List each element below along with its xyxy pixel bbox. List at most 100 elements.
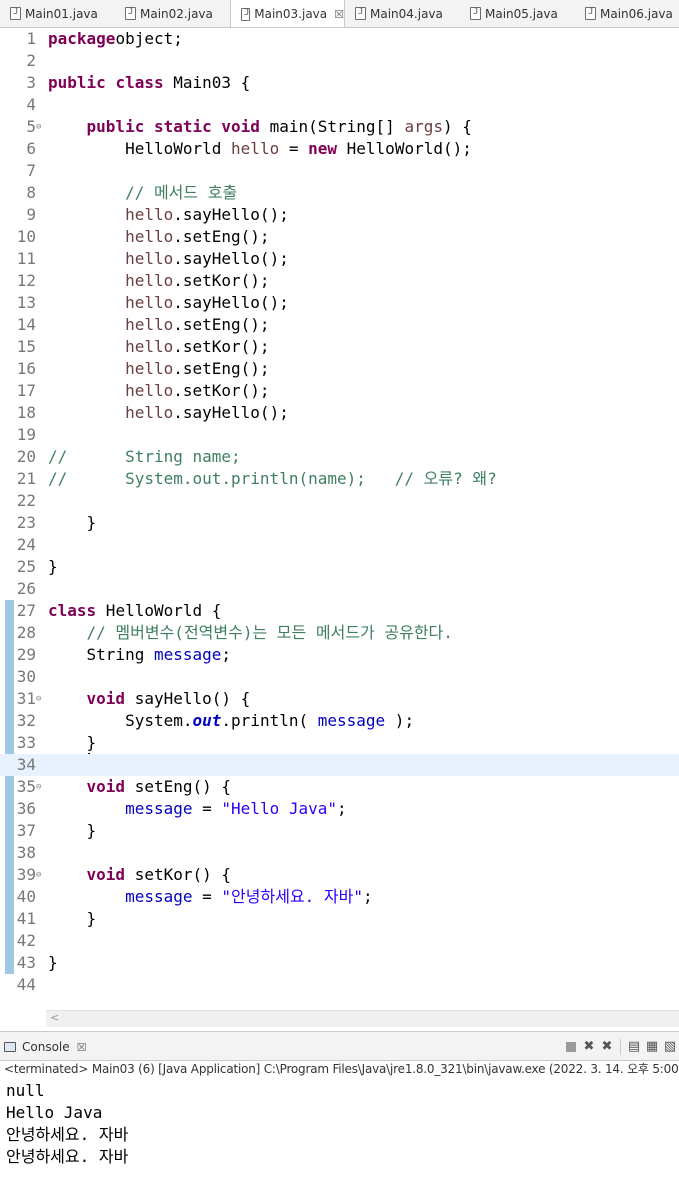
code-token: hello [125,403,174,422]
code-line: 17 hello.setKor(); [0,380,679,402]
line-number: 33 [16,733,36,752]
fold-toggle-icon[interactable]: ⊖ [36,776,41,798]
code-line: 44 [0,974,679,996]
code-token: hello [125,337,174,356]
line-number: 23 [16,513,36,532]
tab-main01[interactable]: Main01.java [0,0,115,27]
code-token: ) { [442,117,472,136]
line-number: 38 [16,843,36,862]
code-text: hello.setKor(); [48,380,270,402]
code-text: } [48,908,97,930]
code-token: hello [125,359,174,378]
code-text: String message; [48,644,232,666]
code-token: ; [221,645,232,664]
tab-main05[interactable]: Main05.java [460,0,575,27]
code-text: } [48,512,97,534]
tab-main04[interactable]: Main04.java [345,0,460,27]
code-line: 16 hello.setEng(); [0,358,679,380]
code-text: hello.setEng(); [48,226,270,248]
line-number: 17 [16,381,36,400]
line-number: 36 [16,799,36,818]
line-number: 32 [16,711,36,730]
line-number: 24 [16,535,36,554]
code-token: .setEng(); [173,227,270,246]
fold-toggle-icon[interactable]: ⊖ [36,688,41,710]
line-number: 13 [16,293,36,312]
remove-launch-button[interactable]: ✖ [582,1040,596,1054]
line-number: 20 [16,447,36,466]
code-editor[interactable]: < 1 packageobject; 2 3 public class Main03 {… [0,28,679,1031]
console-tab[interactable]: Console ☒ [4,1035,87,1059]
code-token: void [86,777,126,796]
code-line: 32 System.out.println( message ); [0,710,679,732]
code-token: out [192,711,222,730]
code-text: hello.setKor(); [48,336,270,358]
tab-label: Main06.java [600,6,673,21]
code-token: setEng() { [125,777,232,796]
code-text: public static void main(String[] args) { [48,116,472,138]
clear-console-button[interactable]: ▤ [627,1040,641,1054]
fold-toggle-icon[interactable]: ⊖ [36,116,41,138]
close-tab-icon[interactable]: ☒ [334,8,344,21]
code-token: ; [362,887,373,906]
line-number: 42 [16,931,36,950]
code-token: = [279,139,309,158]
line-number: 25 [16,557,36,576]
tab-main06[interactable]: Main06.java [575,0,679,27]
code-token: } [48,953,58,972]
line-number: 10 [16,227,36,246]
code-token: void [86,865,126,884]
code-line: 24 [0,534,679,556]
tab-label: Main04.java [370,6,443,21]
word-wrap-button[interactable]: ▧ [663,1040,677,1054]
close-icon[interactable]: ☒ [77,1041,87,1054]
line-number: 14 [16,315,36,334]
code-line: 36 message = "Hello Java"; [0,798,679,820]
code-line: 19 [0,424,679,446]
scroll-lock-icon: ▦ [645,1039,659,1054]
code-text: message = "Hello Java"; [48,798,347,820]
code-token: main(String[] [259,117,405,136]
horizontal-scrollbar[interactable]: < [46,1010,679,1027]
tab-label: Main03.java [254,7,328,21]
console-tab-label: Console [22,1040,70,1054]
code-line: 34 [0,754,679,776]
code-token: void [86,689,126,708]
terminate-button[interactable] [564,1040,578,1054]
code-text: public class Main03 { [48,72,250,94]
code-token: ); [385,711,415,730]
code-token: message [153,645,222,664]
console-tab-bar: Console ☒ ✖ ✖ ▤ ▦ ▧ [0,1031,679,1061]
code-token: } [48,557,58,576]
code-text: } [48,952,58,974]
scroll-lock-button[interactable]: ▦ [645,1040,659,1054]
tab-main02[interactable]: Main02.java [115,0,230,27]
line-number: 30 [16,667,36,686]
code-token: // System.out.println(name); // 오류? 왜? [48,469,497,488]
code-text: System.out.println( message ); [48,710,414,732]
console-status-line: <terminated> Main03 (6) [Java Applicatio… [4,1062,679,1076]
code-line: 1 packageobject; [0,28,679,50]
code-token: // 멤버변수(전역변수)는 모든 메서드가 공유한다. [86,623,453,642]
code-line: 31 ⊖ void sayHello() { [0,688,679,710]
code-line: 28 // 멤버변수(전역변수)는 모든 메서드가 공유한다. [0,622,679,644]
code-token: } [48,821,97,840]
code-token: // String name; [48,447,241,466]
code-token: Main03 { [163,73,251,92]
code-token: .setEng(); [173,359,270,378]
code-text: // 멤버변수(전역변수)는 모든 메서드가 공유한다. [48,622,453,644]
code-token: sayHello() { [125,689,251,708]
code-token: .setKor(); [173,337,270,356]
tab-main03[interactable]: Main03.java ☒ [230,0,345,27]
scroll-left-arrow[interactable]: < [50,1011,59,1024]
line-number: 8 [26,183,36,202]
fold-toggle-icon[interactable]: ⊖ [36,864,41,886]
line-number: 27 [16,601,36,620]
code-token: package [48,29,116,48]
code-token: void [221,117,260,136]
remove-all-terminated-button[interactable]: ✖ [600,1040,614,1054]
